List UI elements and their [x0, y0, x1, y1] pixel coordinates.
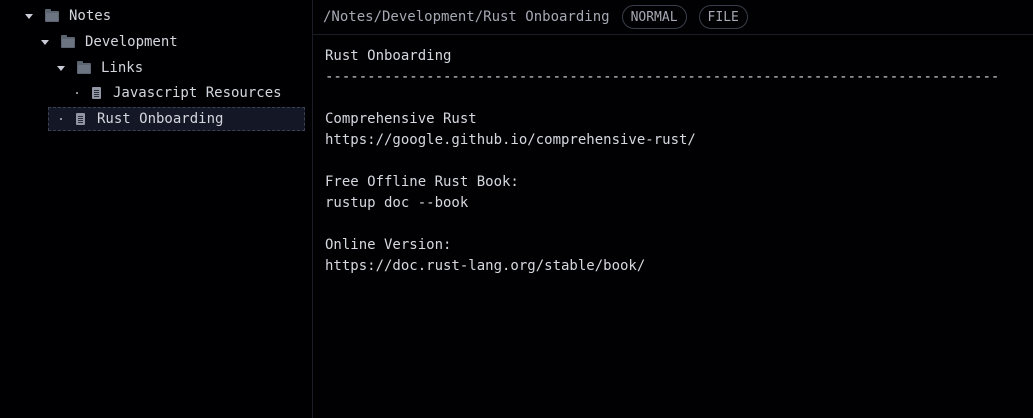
folder-icon: [61, 34, 75, 48]
editor-line: Rust Onboarding: [325, 48, 452, 64]
tree-item-rust-onboarding[interactable]: Rust Onboarding: [48, 107, 305, 131]
tree-item-notes[interactable]: Notes: [25, 4, 111, 28]
tree-item-links[interactable]: Links: [57, 56, 143, 80]
chevron-down-icon[interactable]: [25, 13, 33, 19]
editor-line: rustup doc --book: [325, 195, 469, 211]
chevron-down-icon[interactable]: [41, 39, 49, 45]
type-badge: FILE: [698, 5, 748, 29]
editor-header: /Notes/Development/Rust Onboarding NORMA…: [313, 0, 1033, 35]
editor-line: https://google.github.io/comprehensive-r…: [325, 132, 696, 148]
folder-icon: [77, 60, 91, 74]
editor-line: https://doc.rust-lang.org/stable/book/: [325, 258, 646, 274]
tree-item-development[interactable]: Development: [41, 30, 178, 54]
tree-item-label: Development: [85, 34, 178, 50]
folder-icon: [45, 8, 59, 22]
tree-item-javascript-resources[interactable]: Javascript Resources: [76, 81, 282, 105]
bullet-icon: [60, 118, 62, 120]
editor-line: ----------------------------------------…: [325, 69, 1000, 85]
notes-app: Notes Development Links Javascript Resou…: [0, 0, 1033, 418]
file-icon: [76, 113, 85, 125]
tree-item-label: Links: [101, 60, 144, 76]
chevron-down-icon[interactable]: [57, 65, 65, 71]
file-path: /Notes/Development/Rust Onboarding: [323, 9, 610, 25]
tree-item-label: Rust Onboarding: [97, 111, 224, 127]
pane-divider[interactable]: [312, 0, 313, 418]
editor-line: Online Version:: [325, 237, 452, 253]
editor-line: Comprehensive Rust: [325, 111, 477, 127]
mode-badge: NORMAL: [621, 5, 687, 29]
tree-item-label: Javascript Resources: [113, 85, 282, 101]
editor-content[interactable]: Rust Onboarding ------------------------…: [325, 46, 1025, 277]
file-icon: [92, 87, 101, 99]
editor-line: Free Offline Rust Book:: [325, 174, 519, 190]
tree-item-label: Notes: [69, 8, 112, 24]
file-tree-sidebar: Notes Development Links Javascript Resou…: [0, 0, 312, 418]
bullet-icon: [76, 92, 78, 94]
